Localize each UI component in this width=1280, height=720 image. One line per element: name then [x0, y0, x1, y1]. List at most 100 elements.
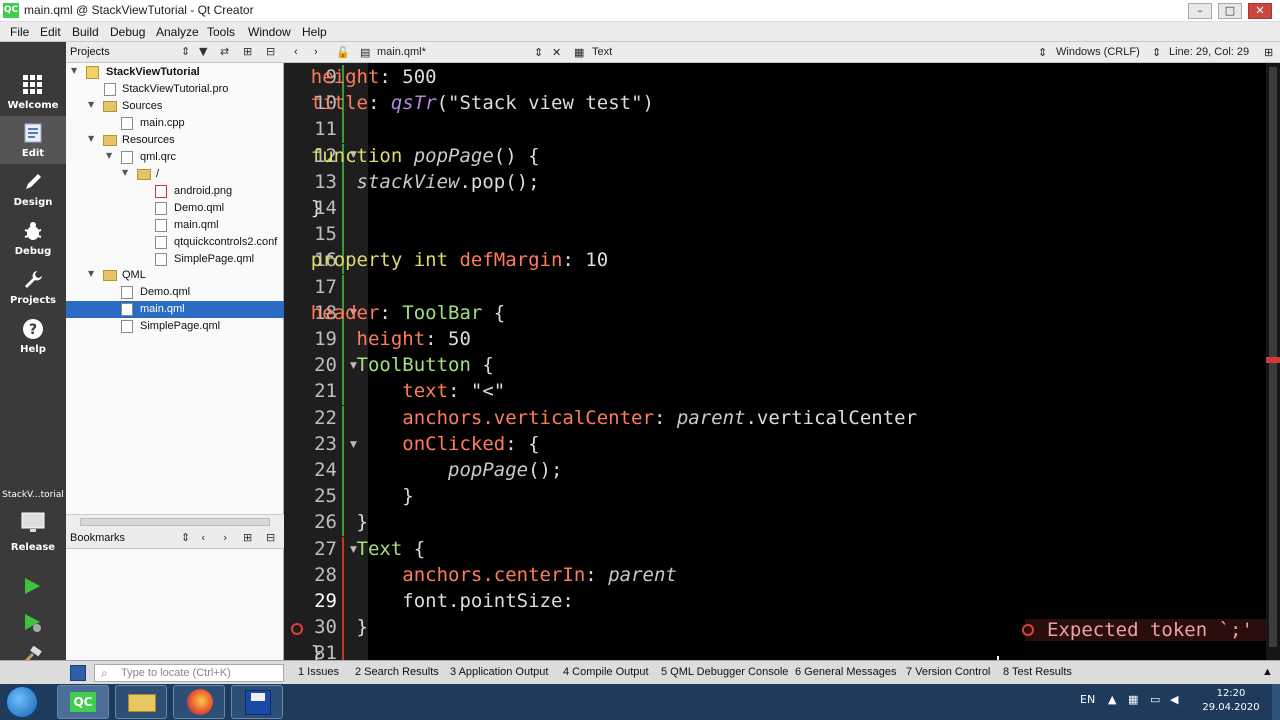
code-token: }: [356, 616, 368, 639]
tree-item-root-prefix[interactable]: ▼ /: [66, 166, 284, 183]
title-bar: QC main.qml @ StackViewTutorial - Qt Cre…: [0, 0, 1280, 22]
cursor-position[interactable]: Line: 29, Col: 29: [1169, 46, 1249, 58]
tree-item-simplepage-qml-res[interactable]: SimplePage.qml: [66, 251, 284, 268]
menu-debug[interactable]: Debug: [110, 25, 145, 39]
symbol-selector[interactable]: Text: [592, 46, 612, 58]
filter-icon[interactable]: ▼: [199, 45, 207, 58]
tree-item-sources[interactable]: ▼ Sources: [66, 98, 284, 115]
firefox-icon: [187, 689, 213, 715]
mode-edit[interactable]: Edit: [0, 116, 66, 164]
taskbar-explorer[interactable]: [115, 685, 167, 719]
tree-horizontal-scrollbar[interactable]: [66, 514, 284, 528]
tab-qml-debugger-console[interactable]: 5 QML Debugger Console: [661, 666, 788, 678]
taskbar-save-app[interactable]: [231, 685, 283, 719]
code-token: {: [482, 301, 506, 324]
monitor-icon[interactable]: [21, 512, 45, 534]
tray-volume-icon[interactable]: ◀: [1170, 693, 1178, 706]
next-bookmark-icon[interactable]: ›: [223, 531, 227, 544]
chevron-updown-icon[interactable]: ⇕: [534, 46, 543, 59]
menu-file[interactable]: File: [10, 25, 29, 39]
language-indicator[interactable]: EN: [1080, 693, 1095, 706]
code-token: text: [402, 380, 449, 403]
mode-label: Debug: [14, 246, 52, 257]
output-pane-bar: ⌕ Type to locate (Ctrl+K) 1 Issues 2 Sear…: [0, 660, 1280, 684]
scrollbar-thumb[interactable]: [80, 518, 270, 526]
mode-welcome[interactable]: Welcome: [0, 68, 66, 116]
minimize-button[interactable]: –: [1188, 3, 1212, 19]
show-desktop-button[interactable]: [1272, 684, 1280, 720]
tree-item-stackviewtutorial[interactable]: ▼ StackViewTutorial: [66, 64, 284, 81]
toggle-sidebar-icon[interactable]: [70, 665, 86, 681]
debug-run-icon[interactable]: [22, 612, 44, 634]
mode-debug[interactable]: Debug: [0, 214, 66, 262]
tree-item-qtquickcontrols2-conf[interactable]: qtquickcontrols2.conf: [66, 234, 284, 251]
tray-network-icon[interactable]: ▦: [1128, 693, 1138, 706]
tray-up-arrow-icon[interactable]: ▲: [1108, 693, 1116, 706]
tree-item-resources[interactable]: ▼ Resources: [66, 132, 284, 149]
tree-item-qml[interactable]: ▼ QML: [66, 267, 284, 284]
tree-item-demo-qml[interactable]: Demo.qml: [66, 284, 284, 301]
tab-search-results[interactable]: 2 Search Results: [355, 666, 439, 678]
chevron-updown-icon[interactable]: ⇕: [1038, 46, 1047, 59]
chevron-updown-icon[interactable]: ⇕: [181, 45, 190, 58]
code-token: : 10: [562, 249, 609, 272]
close-panel-icon[interactable]: ⊟: [266, 531, 275, 544]
tree-item-demo-qml-res[interactable]: Demo.qml: [66, 200, 284, 217]
forward-arrow-icon[interactable]: ›: [314, 46, 318, 58]
error-scroll-marker: [1266, 357, 1280, 363]
chevron-updown-icon[interactable]: ⇕: [1152, 46, 1161, 59]
split-editor-icon[interactable]: ⊞: [1264, 46, 1273, 59]
tree-item-qml-qrc[interactable]: ▼ qml.qrc: [66, 149, 284, 166]
current-file-selector[interactable]: main.qml*: [377, 46, 426, 58]
tree-item-simplepage-qml[interactable]: SimplePage.qml: [66, 318, 284, 335]
folder-icon: [103, 101, 117, 112]
start-button[interactable]: [6, 686, 38, 718]
tab-test-results[interactable]: 8 Test Results: [1003, 666, 1072, 678]
split-icon[interactable]: ⊞: [243, 45, 252, 58]
mode-projects[interactable]: Projects: [0, 263, 66, 311]
taskbar-firefox[interactable]: [173, 685, 225, 719]
maximize-button[interactable]: □: [1218, 3, 1242, 19]
tab-version-control[interactable]: 7 Version Control: [906, 666, 990, 678]
menu-window[interactable]: Window: [248, 25, 291, 39]
code-token: {: [470, 354, 494, 377]
clock-date: 29.04.2020: [1202, 702, 1260, 713]
tree-item-pro-file[interactable]: StackViewTutorial.pro: [66, 81, 284, 98]
tab-compile-output[interactable]: 4 Compile Output: [563, 666, 649, 678]
system-clock[interactable]: 12:20 29.04.2020: [1196, 687, 1266, 715]
sync-link-icon[interactable]: ⇄: [220, 45, 229, 58]
mode-help[interactable]: ? Help: [0, 312, 66, 360]
back-arrow-icon[interactable]: ‹: [294, 46, 298, 58]
menu-analyze[interactable]: Analyze: [156, 25, 199, 39]
locator-input[interactable]: ⌕ Type to locate (Ctrl+K): [94, 664, 284, 682]
close-button[interactable]: ✕: [1248, 3, 1272, 19]
menu-build[interactable]: Build: [72, 25, 99, 39]
tab-general-messages[interactable]: 6 General Messages: [795, 666, 897, 678]
menu-tools[interactable]: Tools: [207, 25, 235, 39]
menu-edit[interactable]: Edit: [40, 25, 61, 39]
run-icon[interactable]: [22, 576, 42, 596]
tree-item-main-cpp[interactable]: main.cpp: [66, 115, 284, 132]
code-editor[interactable]: 9 10 11 12 13 14 15 16 17 18 19 20 21 22 23 24 25 26 27 28 2…: [284, 63, 1280, 660]
editor-vertical-scrollbar[interactable]: [1266, 63, 1280, 660]
prev-bookmark-icon[interactable]: ‹: [201, 531, 205, 544]
tray-monitor-icon[interactable]: ▭: [1150, 693, 1160, 706]
windows-taskbar: QC EN ▲ ▦ ▭ ◀ 12:20 29.04.2020: [0, 684, 1280, 720]
tree-item-main-qml-res[interactable]: main.qml: [66, 217, 284, 234]
close-panel-icon[interactable]: ⊟: [266, 45, 275, 58]
mode-design[interactable]: Design: [0, 165, 66, 213]
close-document-icon[interactable]: ✕: [552, 46, 561, 59]
projects-panel-title: Projects: [70, 46, 110, 58]
tree-item-main-qml[interactable]: main.qml: [66, 301, 284, 318]
taskbar-qtcreator[interactable]: QC: [57, 685, 109, 719]
chevron-updown-icon[interactable]: ⇕: [181, 531, 190, 544]
tab-application-output[interactable]: 3 Application Output: [450, 666, 548, 678]
menu-help[interactable]: Help: [302, 25, 327, 39]
tab-issues[interactable]: 1 Issues: [298, 666, 339, 678]
expand-pane-icon[interactable]: ▲: [1262, 666, 1273, 678]
bug-icon: [24, 222, 42, 240]
tree-item-android-png[interactable]: android.png: [66, 183, 284, 200]
split-icon[interactable]: ⊞: [243, 531, 252, 544]
line-endings-selector[interactable]: Windows (CRLF): [1056, 46, 1140, 58]
line-number: 15: [314, 223, 337, 246]
